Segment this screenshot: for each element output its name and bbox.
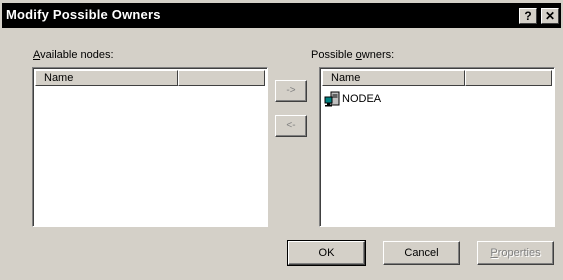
close-icon: ✕ [544, 9, 556, 23]
available-name-column-header[interactable]: Name [35, 70, 178, 86]
available-nodes-label: Available nodes: [33, 49, 114, 61]
help-button[interactable]: ? [519, 8, 537, 24]
add-owner-button[interactable]: -> [275, 80, 307, 102]
available-nodes-list[interactable]: Name [32, 67, 268, 227]
list-item[interactable]: NODEA [324, 90, 381, 108]
owners-extra-column-header[interactable] [465, 70, 552, 86]
possible-owners-label: Possible owners: [311, 49, 395, 61]
close-button[interactable]: ✕ [541, 8, 559, 24]
help-icon: ? [524, 9, 532, 23]
left-arrow-icon: <- [286, 120, 296, 131]
remove-owner-button[interactable]: <- [275, 115, 307, 137]
right-arrow-icon: -> [286, 85, 296, 96]
title-bar[interactable]: Modify Possible Owners ? ✕ [2, 3, 561, 28]
properties-button[interactable]: Properties [477, 241, 554, 265]
owners-name-column-header[interactable]: Name [322, 70, 465, 86]
available-extra-column-header[interactable] [178, 70, 265, 86]
possible-owners-list[interactable]: Name NODEA [319, 67, 555, 227]
cancel-button[interactable]: Cancel [383, 241, 460, 265]
owner-node-name: NODEA [342, 93, 382, 105]
ok-button[interactable]: OK [287, 240, 366, 266]
server-node-icon [324, 91, 340, 107]
modify-possible-owners-dialog: Modify Possible Owners ? ✕ Available nod… [0, 0, 563, 280]
window-title: Modify Possible Owners [6, 7, 161, 22]
